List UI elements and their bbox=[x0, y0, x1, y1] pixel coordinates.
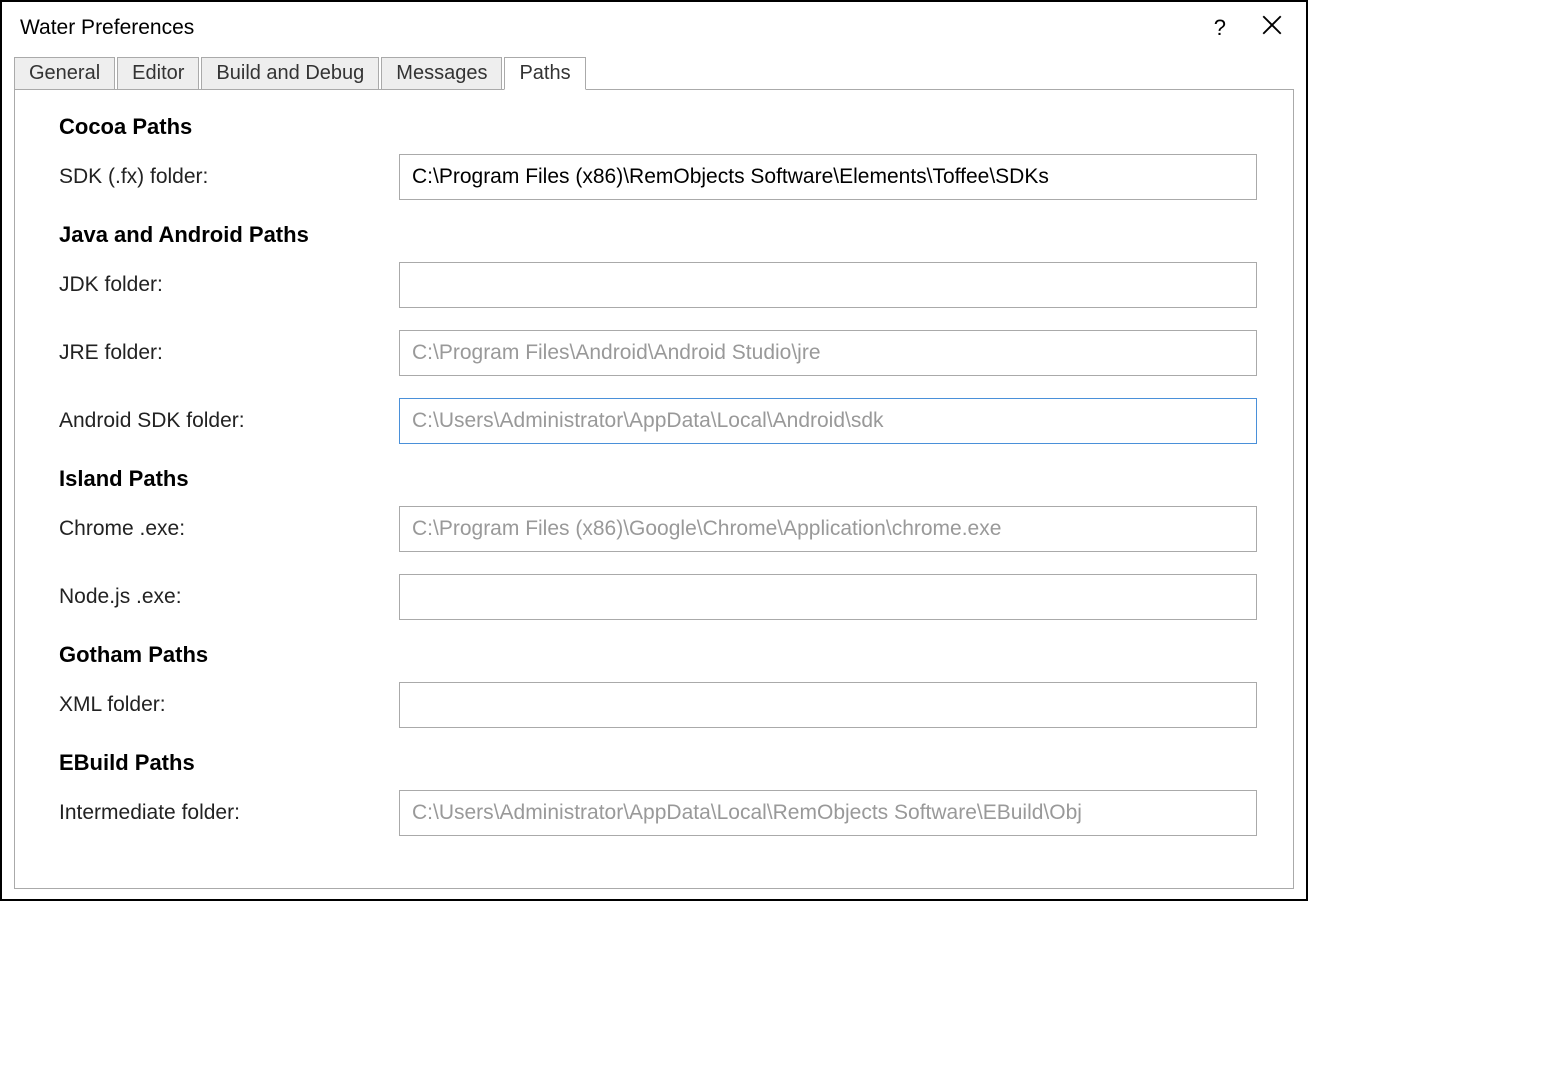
tab-paths[interactable]: Paths bbox=[504, 57, 585, 90]
label-chrome-exe: Chrome .exe: bbox=[59, 517, 399, 541]
tab-messages[interactable]: Messages bbox=[381, 57, 502, 90]
tabstrip: General Editor Build and Debug Messages … bbox=[2, 50, 1306, 89]
input-android-sdk-folder[interactable] bbox=[399, 398, 1257, 444]
window-title: Water Preferences bbox=[20, 16, 194, 40]
label-android-sdk-folder: Android SDK folder: bbox=[59, 409, 399, 433]
tab-general[interactable]: General bbox=[14, 57, 115, 90]
section-java-header: Java and Android Paths bbox=[59, 222, 1257, 248]
label-sdk-folder: SDK (.fx) folder: bbox=[59, 165, 399, 189]
titlebar-controls: ? bbox=[1214, 15, 1292, 41]
row-intermediate-folder: Intermediate folder: bbox=[59, 790, 1257, 836]
input-sdk-folder[interactable] bbox=[399, 154, 1257, 200]
input-chrome-exe[interactable] bbox=[399, 506, 1257, 552]
tab-editor[interactable]: Editor bbox=[117, 57, 199, 90]
label-intermediate-folder: Intermediate folder: bbox=[59, 801, 399, 825]
input-xml-folder[interactable] bbox=[399, 682, 1257, 728]
row-android-sdk-folder: Android SDK folder: bbox=[59, 398, 1257, 444]
label-jdk-folder: JDK folder: bbox=[59, 273, 399, 297]
section-ebuild-header: EBuild Paths bbox=[59, 750, 1257, 776]
preferences-window: Water Preferences ? General Editor Build… bbox=[0, 0, 1308, 901]
row-jdk-folder: JDK folder: bbox=[59, 262, 1257, 308]
label-xml-folder: XML folder: bbox=[59, 693, 399, 717]
close-icon[interactable] bbox=[1262, 15, 1292, 41]
help-icon[interactable]: ? bbox=[1214, 15, 1226, 41]
tab-panel-paths: Cocoa Paths SDK (.fx) folder: Java and A… bbox=[14, 89, 1294, 889]
tab-build-debug[interactable]: Build and Debug bbox=[201, 57, 379, 90]
titlebar: Water Preferences ? bbox=[2, 2, 1306, 50]
input-intermediate-folder[interactable] bbox=[399, 790, 1257, 836]
input-jdk-folder[interactable] bbox=[399, 262, 1257, 308]
row-jre-folder: JRE folder: bbox=[59, 330, 1257, 376]
label-node-exe: Node.js .exe: bbox=[59, 585, 399, 609]
label-jre-folder: JRE folder: bbox=[59, 341, 399, 365]
row-sdk-folder: SDK (.fx) folder: bbox=[59, 154, 1257, 200]
section-gotham-header: Gotham Paths bbox=[59, 642, 1257, 668]
row-node-exe: Node.js .exe: bbox=[59, 574, 1257, 620]
section-cocoa-header: Cocoa Paths bbox=[59, 114, 1257, 140]
row-xml-folder: XML folder: bbox=[59, 682, 1257, 728]
input-node-exe[interactable] bbox=[399, 574, 1257, 620]
input-jre-folder[interactable] bbox=[399, 330, 1257, 376]
section-island-header: Island Paths bbox=[59, 466, 1257, 492]
row-chrome-exe: Chrome .exe: bbox=[59, 506, 1257, 552]
